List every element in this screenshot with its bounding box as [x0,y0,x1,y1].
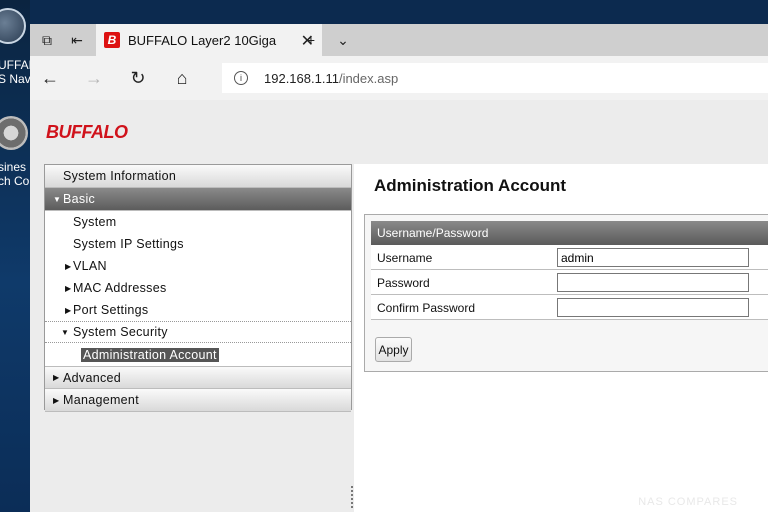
refresh-icon[interactable]: ↻ [126,66,150,90]
sidebar-item-system-ip-settings[interactable]: System IP Settings [45,233,351,255]
triangle-down-icon: ▼ [53,194,62,204]
sidebar-item-port-settings[interactable]: ▶ Port Settings [45,299,351,321]
info-icon[interactable]: i [234,71,248,85]
triangle-right-icon: ▶ [53,395,60,405]
plus-icon[interactable]: + [298,28,324,52]
sidebar-item-label: MAC Addresses [73,281,167,295]
sidebar-item-label: Management [63,393,139,407]
sidebar-item-mac-addresses[interactable]: ▶ MAC Addresses [45,277,351,299]
sidebar-item-management[interactable]: ▶ Management [45,389,351,412]
confirm-password-row: Confirm Password [371,295,768,320]
address-bar: ← → ↻ ⌂ i 192.168.1.11/index.asp [30,56,768,100]
triangle-right-icon: ▶ [65,283,72,293]
watermark: NAS COMPARES [638,496,738,508]
browser-window: ⧉ ⇤ B BUFFALO Layer2 10Giga ✕ + ⌄ ← → ↻ … [30,24,768,512]
confirm-password-label: Confirm Password [377,301,476,315]
username-label: Username [377,251,433,265]
sidebar-nav: System Information ▼ Basic System System… [44,164,352,412]
username-row: Username [371,245,768,270]
panel-header: Username/Password [371,221,768,245]
back-arrow-icon[interactable]: ← [38,66,62,90]
username-password-panel: Username/Password Username Password Conf… [364,214,768,372]
desktop-icon-label-1a: UFFALC [0,58,30,72]
forward-arrow-icon[interactable]: → [82,66,106,90]
sidebar-item-advanced[interactable]: ▶ Advanced [45,366,351,389]
sidebar-item-administration-account[interactable]: Administration Account [45,343,351,366]
sidebar-item-label: Advanced [63,370,121,385]
sidebar-item-label: System IP Settings [73,237,184,251]
page-title: Administration Account [374,176,567,195]
confirm-password-field[interactable] [557,298,749,317]
triangle-right-icon: ▶ [65,305,72,315]
buffalo-favicon-icon: B [104,32,120,48]
desktop-background: UFFALC S Nav sines ch Co [0,0,30,512]
sidebar-item-label: System [73,215,117,229]
gear-icon[interactable] [0,116,28,150]
triangle-right-icon: ▶ [53,373,60,382]
set-aside-tabs-icon[interactable]: ⇤ [64,28,90,52]
sidebar-item-system-information[interactable]: System Information [45,165,351,188]
buffalo-logo: BUFFALO [46,122,128,142]
url-field[interactable]: i 192.168.1.11/index.asp [222,63,768,93]
sidebar-item-label: System Information [63,169,177,183]
page-content: BUFFALO System Information ▼ Basic Syste… [30,100,768,512]
tab-bar: ⧉ ⇤ B BUFFALO Layer2 10Giga ✕ + ⌄ [30,24,768,56]
globe-icon[interactable] [0,8,26,44]
sidebar-item-system-security[interactable]: ▼ System Security [45,321,351,343]
desktop-icon-label-2a: sines [0,160,27,174]
url-host: 192.168.1.11 [264,70,339,86]
desktop-icon-label-1b: S Nav [0,72,30,86]
browser-tab[interactable]: B BUFFALO Layer2 10Giga ✕ [96,24,322,56]
tab-title: BUFFALO Layer2 10Giga [128,32,277,48]
triangle-down-icon: ▼ [61,327,70,337]
pane-splitter-handle[interactable] [351,486,353,510]
desktop-icon-label-2b: ch Co [0,174,30,188]
sidebar-item-basic[interactable]: ▼ Basic [45,188,351,211]
url-path: /index.asp [338,70,399,86]
home-icon[interactable]: ⌂ [170,66,194,90]
sidebar-item-system[interactable]: System [45,211,351,233]
main-panel: Administration Account Username/Password… [354,164,768,512]
sidebar-item-vlan[interactable]: ▶ VLAN [45,255,351,277]
triangle-right-icon: ▶ [65,261,72,271]
tab-manager-icon[interactable]: ⧉ [34,28,60,52]
password-field[interactable] [557,273,749,292]
chevron-down-icon[interactable]: ⌄ [330,28,356,52]
sidebar-item-label: Basic [63,192,96,206]
password-label: Password [377,276,430,290]
sidebar-item-label: Port Settings [73,303,149,317]
sidebar-item-label: System Security [73,325,168,339]
sidebar-item-label: VLAN [73,259,107,273]
apply-button[interactable]: Apply [375,337,412,362]
password-row: Password [371,270,768,295]
sidebar-item-label: Administration Account [81,347,219,362]
username-field[interactable] [557,248,749,267]
